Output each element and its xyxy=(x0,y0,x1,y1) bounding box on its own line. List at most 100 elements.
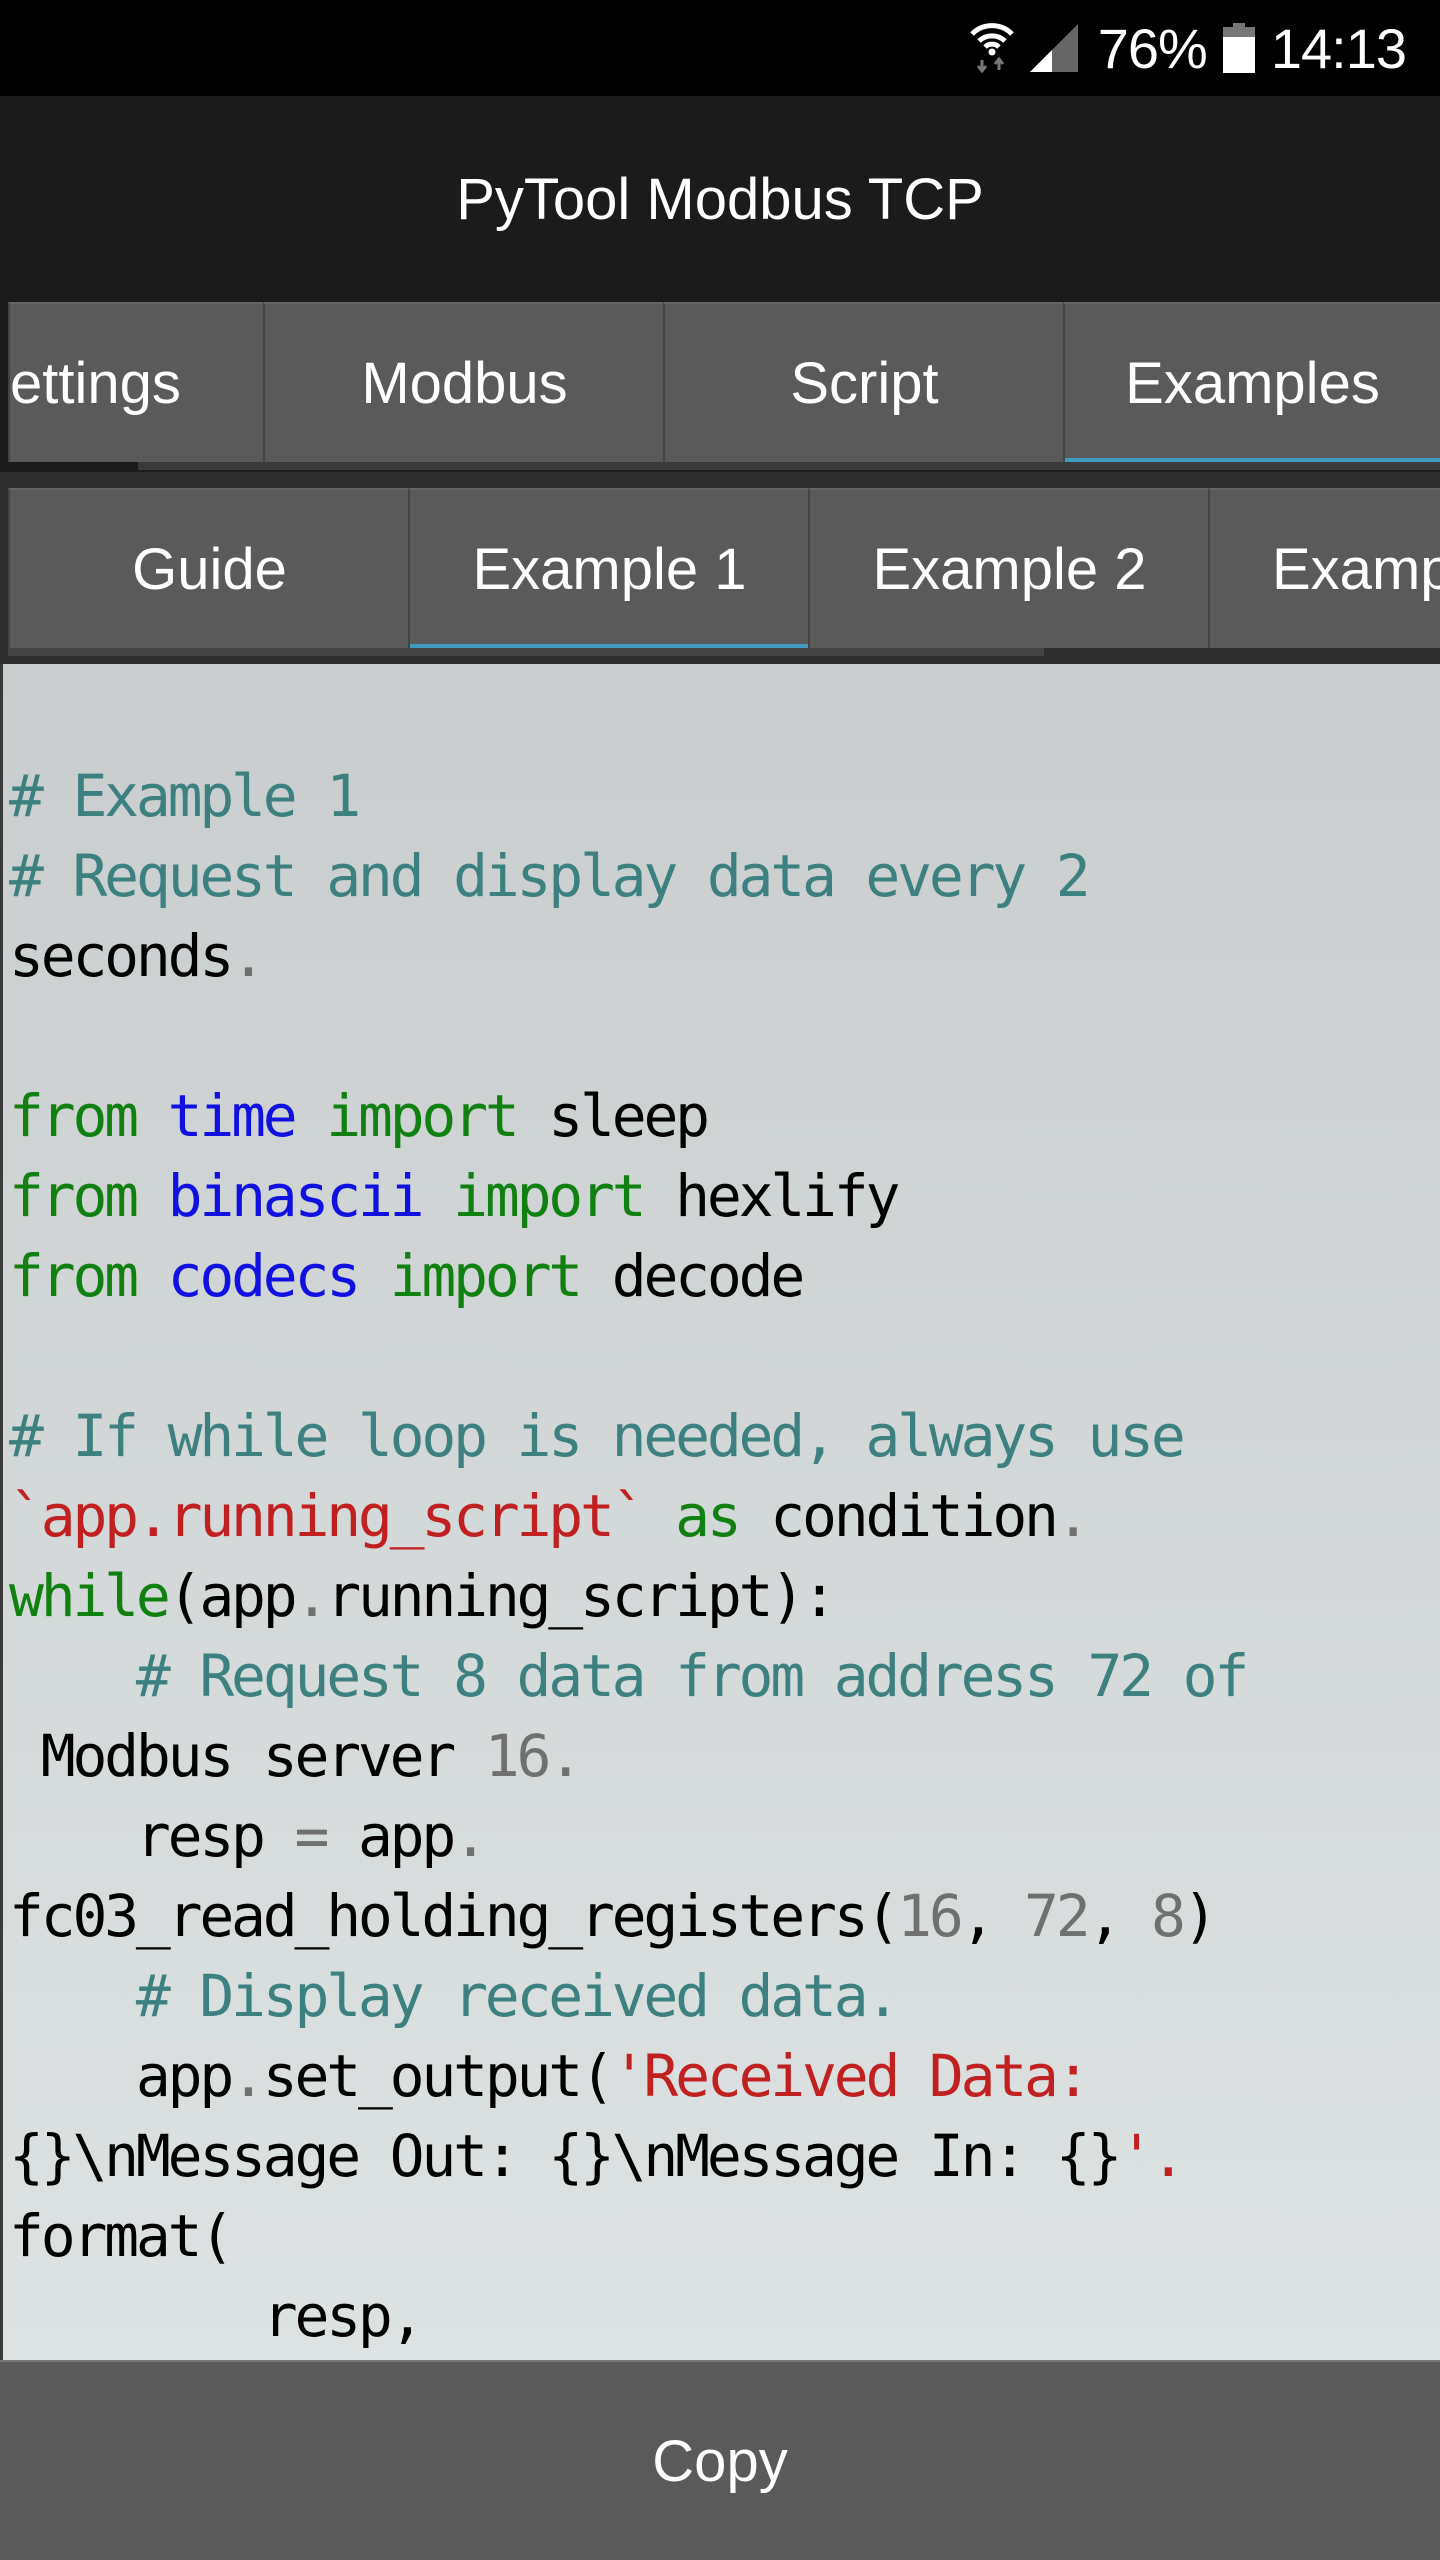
code-line: # Request and display data every 2 xyxy=(9,836,1246,916)
code-operator: . xyxy=(453,1802,488,1870)
code-line: from codecs import decode xyxy=(9,1236,1246,1316)
code-plain: app xyxy=(326,1802,456,1870)
code-plain: decode xyxy=(580,1242,806,1310)
code-string: '. xyxy=(1119,2122,1186,2190)
app-bar: PyTool Modbus TCP xyxy=(0,96,1440,302)
wifi-icon xyxy=(968,20,1016,76)
tab-example-1[interactable]: Example 1 xyxy=(408,488,809,648)
code-number: 16 xyxy=(897,1882,964,1950)
code-text[interactable]: # Example 1 # Request and display data ev… xyxy=(9,756,1249,2356)
code-plain: Modbus server xyxy=(9,1722,485,1790)
code-comment: # Request and display data every 2 xyxy=(9,842,1091,910)
code-plain: resp xyxy=(9,1802,295,1870)
app-title: PyTool Modbus TCP xyxy=(456,166,984,232)
code-plain: resp, xyxy=(9,2282,425,2350)
code-line: format( xyxy=(9,2196,1246,2276)
code-module: time xyxy=(167,1082,298,1150)
code-plain: set_output( xyxy=(262,2042,615,2110)
code-operator: . xyxy=(1055,1482,1091,1550)
tab-guide-label: Guide xyxy=(132,536,287,602)
code-operator: . xyxy=(231,2042,266,2110)
code-operator: . xyxy=(294,1562,330,1630)
code-plain xyxy=(643,1482,675,1550)
example-tab-bar[interactable]: Guide Example 1 Example 2 Examp xyxy=(0,472,1440,664)
status-bar: 76% 14:13 xyxy=(0,0,1440,96)
code-comment: # Display received data. xyxy=(135,1962,900,2030)
tab-settings-label: ettings xyxy=(10,350,181,416)
code-comment: # If while loop is needed, always use xyxy=(9,1402,1186,1470)
tab-examples[interactable]: Examples xyxy=(1063,302,1440,462)
tab-example-3-label: Examp xyxy=(1272,536,1440,602)
code-plain: , xyxy=(960,1882,1025,1950)
code-keyword: from xyxy=(9,1242,139,1310)
status-icons: 76% 14:13 xyxy=(968,0,1407,96)
code-viewer[interactable]: # Example 1 # Request and display data ev… xyxy=(0,664,1440,2360)
code-keyword: from xyxy=(9,1162,139,1230)
code-module: binascii xyxy=(167,1162,425,1230)
tab-example-2-label: Example 2 xyxy=(872,536,1147,602)
tab-guide[interactable]: Guide xyxy=(8,488,409,648)
code-string: 'Received Data: xyxy=(611,2042,1091,2110)
code-plain: {}\nMessage Out: {}\nMessage In: {} xyxy=(9,2122,1122,2190)
code-line: resp, xyxy=(9,2276,1246,2356)
code-plain: running_script): xyxy=(326,1562,837,1630)
code-plain xyxy=(295,1082,327,1150)
code-plain xyxy=(9,1962,136,2030)
code-line: while(app.running_script): xyxy=(9,1556,1246,1636)
code-plain xyxy=(136,1162,168,1230)
signal-icon xyxy=(1029,24,1080,72)
code-plain: fc03_read_holding_registers( xyxy=(9,1882,900,1950)
code-comment: # Request 8 data from address 72 of xyxy=(135,1642,1249,1710)
code-line: # Request 8 data from address 72 of xyxy=(9,1636,1249,1716)
code-comment: # Example 1 xyxy=(9,762,361,830)
code-plain xyxy=(421,1162,453,1230)
main-tab-scroll-indicator xyxy=(138,462,1440,470)
code-plain: , xyxy=(1087,1882,1151,1950)
copy-button-label: Copy xyxy=(652,2428,788,2494)
battery-icon xyxy=(1222,23,1255,73)
tab-modbus-label: Modbus xyxy=(361,350,568,416)
tab-example-3[interactable]: Examp xyxy=(1208,488,1440,648)
code-line: {}\nMessage Out: {}\nMessage In: {}'. xyxy=(9,2116,1246,2196)
code-line: resp = app. xyxy=(9,1796,1246,1876)
code-plain: (app xyxy=(167,1562,298,1630)
code-line: from binascii import hexlify xyxy=(9,1156,1246,1236)
main-tab-bar[interactable]: ettings Modbus Script Examples xyxy=(0,302,1440,470)
code-line: app.set_output('Received Data: xyxy=(9,2036,1246,2116)
tab-example-2[interactable]: Example 2 xyxy=(808,488,1209,648)
code-plain: format( xyxy=(9,2202,234,2270)
code-line: Modbus server 16. xyxy=(9,1716,1246,1796)
code-plain xyxy=(358,1242,390,1310)
code-line: # Display received data. xyxy=(9,1956,1246,2036)
code-keyword: import xyxy=(326,1082,520,1150)
copy-button[interactable]: Copy xyxy=(0,2360,1440,2560)
code-line: seconds. xyxy=(9,916,1246,996)
code-plain xyxy=(9,1642,136,1710)
code-line: # Example 1 xyxy=(9,756,1246,836)
tab-script-label: Script xyxy=(790,350,939,416)
code-plain xyxy=(136,1242,168,1310)
code-number: 8 xyxy=(1150,1882,1186,1950)
code-line: `app.running_script` as condition. xyxy=(9,1476,1246,1556)
battery-percent: 76% xyxy=(1097,16,1208,80)
code-number: 16. xyxy=(484,1722,583,1790)
tab-examples-label: Examples xyxy=(1125,350,1380,416)
tab-modbus[interactable]: Modbus xyxy=(263,302,664,462)
code-plain xyxy=(136,1082,168,1150)
code-plain: hexlify xyxy=(643,1162,900,1230)
code-module: codecs xyxy=(167,1242,362,1310)
code-line: # If while loop is needed, always use xyxy=(9,1396,1246,1476)
code-plain: app xyxy=(9,2042,234,2110)
clock: 14:13 xyxy=(1270,16,1407,80)
code-keyword: as xyxy=(675,1482,742,1550)
code-plain: ) xyxy=(1182,1882,1218,1950)
code-keyword: from xyxy=(9,1082,139,1150)
code-line: fc03_read_holding_registers(16, 72, 8) xyxy=(9,1876,1246,1956)
code-plain: condition xyxy=(738,1482,1059,1550)
tab-settings[interactable]: ettings xyxy=(8,302,264,462)
code-string: `app.running_script` xyxy=(9,1482,647,1550)
tab-script[interactable]: Script xyxy=(663,302,1064,462)
code-plain: sleep xyxy=(516,1082,710,1150)
